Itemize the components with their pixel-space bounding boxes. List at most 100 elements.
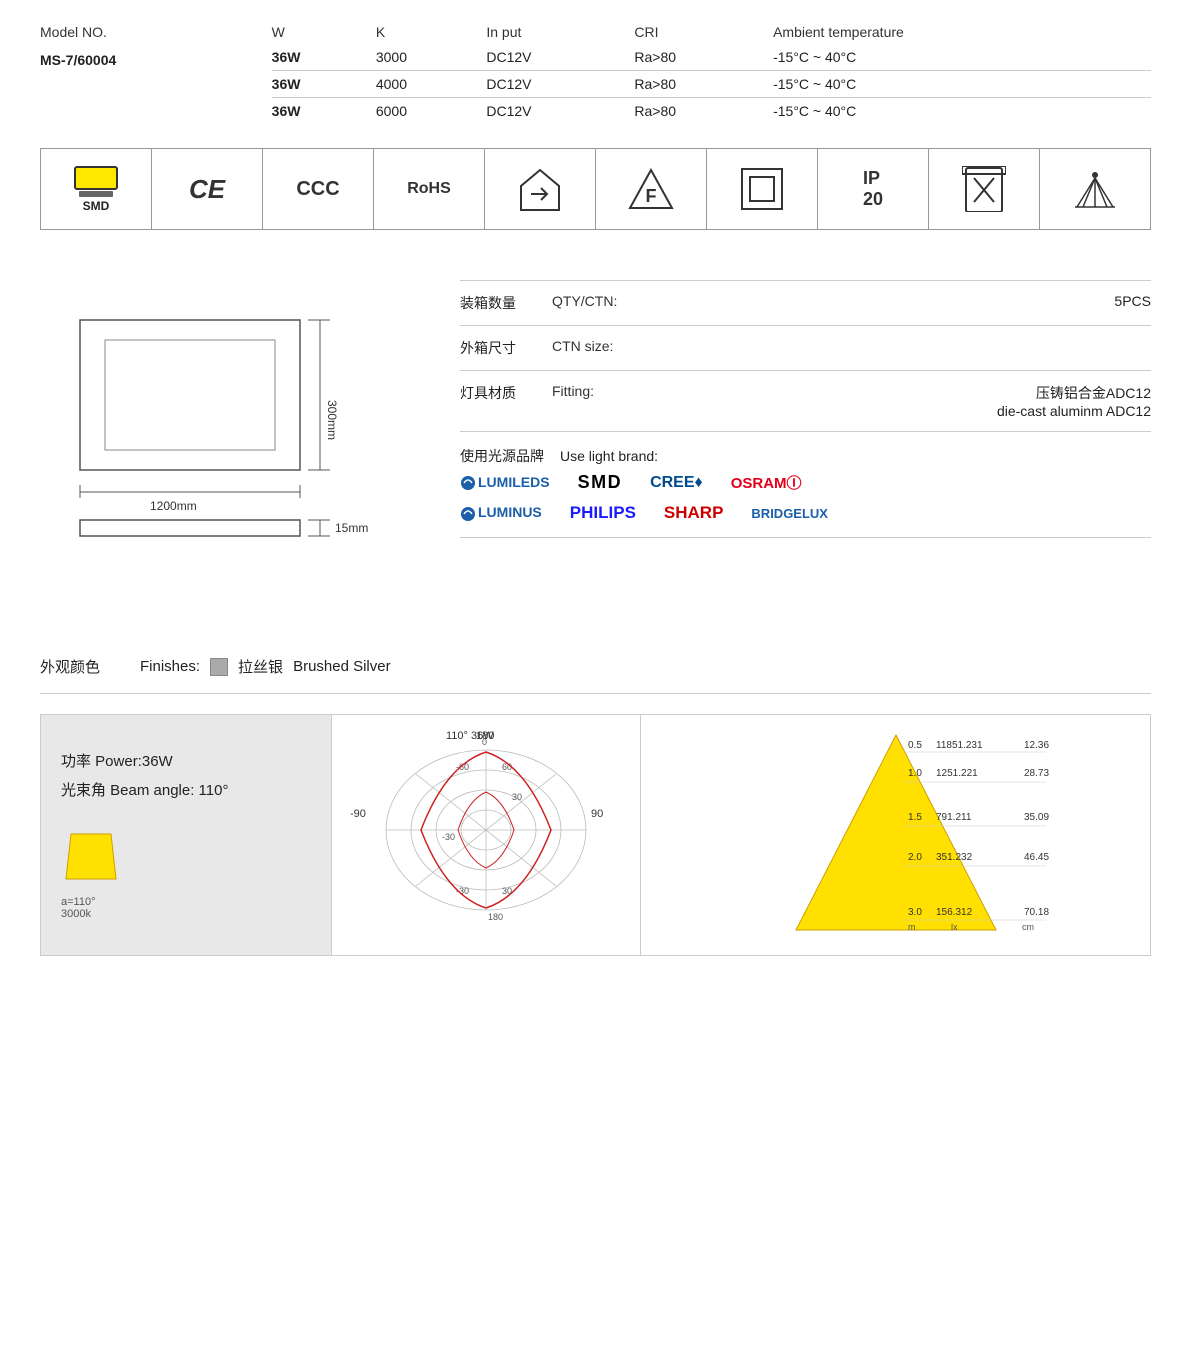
- power-label: 功率 Power:36W: [61, 750, 311, 771]
- k-cell-1: 3000: [376, 44, 487, 71]
- svg-text:351.232: 351.232: [936, 852, 973, 863]
- svg-text:3.0: 3.0: [908, 907, 922, 918]
- brand-sharp: SHARP: [664, 503, 724, 523]
- svg-text:12.36: 12.36: [1024, 740, 1049, 751]
- svg-text:1200mm: 1200mm: [150, 499, 197, 513]
- polar-chart: 110° 36W 180 90 -90 0 180 -60 60 -: [331, 715, 641, 955]
- svg-text:m: m: [908, 922, 916, 932]
- svg-text:lx: lx: [951, 922, 958, 932]
- cert-f-triangle: F: [596, 149, 707, 229]
- col-model: Model NO.: [40, 20, 272, 44]
- w-cell-3: 36W: [272, 98, 376, 125]
- svg-text:1.5: 1.5: [908, 812, 922, 823]
- fitting-cn: 灯具材质: [460, 383, 540, 403]
- svg-text:15mm: 15mm: [335, 521, 368, 535]
- temp-cell-3: -15°C ~ 40°C: [773, 98, 1151, 125]
- cert-light-dist: [1040, 149, 1150, 229]
- qty-value: 5PCS: [684, 293, 1151, 309]
- table-row: MS-7/60004 36W 3000 DC12V Ra>80 -15°C ~ …: [40, 44, 1151, 71]
- svg-text:11851.231: 11851.231: [936, 740, 983, 751]
- svg-text:156.312: 156.312: [936, 907, 973, 918]
- finishes-label-cn: 外观颜色: [40, 656, 100, 677]
- cert-rohs: RoHS: [374, 149, 485, 229]
- brand-logos: 使用光源品牌 Use light brand: LUMILEDS SMD CRE…: [460, 432, 1151, 538]
- input-cell-2: DC12V: [486, 71, 634, 98]
- finishes-color-cn: 拉丝银: [238, 656, 283, 677]
- svg-text:70.18: 70.18: [1024, 907, 1049, 918]
- product-diagram: 300mm 1200mm 15mm: [40, 270, 420, 610]
- cert-ip20: IP20: [818, 149, 929, 229]
- col-cri: CRI: [634, 20, 773, 44]
- fitting-value: 压铸铝合金ADC12 die-cast aluminm ADC12: [684, 383, 1151, 419]
- svg-text:cm: cm: [1022, 922, 1034, 932]
- fitting-row: 灯具材质 Fitting: 压铸铝合金ADC12 die-cast alumin…: [460, 371, 1151, 432]
- w-cell-1: 36W: [272, 44, 376, 71]
- svg-text:180: 180: [488, 912, 503, 922]
- cert-ccc: CCC: [263, 149, 374, 229]
- cert-weee: [929, 149, 1040, 229]
- w-cell-2: 36W: [272, 71, 376, 98]
- brand-osram: OSRAMⒾ: [731, 472, 802, 493]
- svg-text:0: 0: [482, 737, 487, 747]
- temp-cell-1: -15°C ~ 40°C: [773, 44, 1151, 71]
- k-cell-3: 6000: [376, 98, 487, 125]
- photometric-area: 0.5 1.0 1.5 2.0 3.0 11851.231 1251.221 7…: [641, 715, 1150, 955]
- beam-label: 光束角 Beam angle: 110°: [61, 779, 311, 800]
- brand-row-1: LUMILEDS SMD CREE♦ OSRAMⒾ: [460, 472, 1151, 493]
- svg-text:0.5: 0.5: [908, 740, 922, 751]
- model-cell: MS-7/60004: [40, 44, 272, 124]
- light-brand-cn: 使用光源品牌: [460, 446, 544, 466]
- input-cell-3: DC12V: [486, 98, 634, 125]
- cert-square: [707, 149, 818, 229]
- qty-en: QTY/CTN:: [552, 293, 672, 309]
- finishes-section: 外观颜色 Finishes: 拉丝银 Brushed Silver: [40, 640, 1151, 694]
- svg-text:28.73: 28.73: [1024, 768, 1049, 779]
- col-temp: Ambient temperature: [773, 20, 1151, 44]
- col-w: W: [272, 20, 376, 44]
- svg-text:-60: -60: [456, 762, 469, 772]
- bottom-section: 功率 Power:36W 光束角 Beam angle: 110° a=110°…: [40, 714, 1151, 956]
- svg-text:-90: -90: [350, 808, 366, 820]
- fitting-en: Fitting:: [552, 383, 672, 399]
- cri-cell-1: Ra>80: [634, 44, 773, 71]
- brand-cree: CREE♦: [650, 474, 703, 492]
- middle-section: 300mm 1200mm 15mm 装箱数量 QTY/CTN: 5PCS 外箱尺…: [40, 270, 1151, 610]
- qty-row: 装箱数量 QTY/CTN: 5PCS: [460, 280, 1151, 326]
- svg-text:1251.221: 1251.221: [936, 768, 978, 779]
- input-cell-1: DC12V: [486, 44, 634, 71]
- light-brand-en: Use light brand:: [560, 448, 658, 464]
- brand-citizen: SMD: [578, 472, 623, 493]
- specs-table: Model NO. W K In put CRI Ambient tempera…: [40, 20, 1151, 124]
- cert-ce: CE: [152, 149, 263, 229]
- cri-cell-2: Ra>80: [634, 71, 773, 98]
- col-input: In put: [486, 20, 634, 44]
- right-specs: 装箱数量 QTY/CTN: 5PCS 外箱尺寸 CTN size: 灯具材质 F…: [460, 270, 1151, 610]
- power-info: 功率 Power:36W 光束角 Beam angle: 110° a=110°…: [41, 715, 331, 955]
- ctn-row: 外箱尺寸 CTN size:: [460, 326, 1151, 371]
- svg-text:-30: -30: [442, 832, 455, 842]
- cri-cell-3: Ra>80: [634, 98, 773, 125]
- brand-lumileds: LUMILEDS: [460, 474, 550, 491]
- k-cell-2: 4000: [376, 71, 487, 98]
- svg-text:1.0: 1.0: [908, 768, 922, 779]
- cert-smd: SMD: [41, 149, 152, 229]
- temp-cell-2: -15°C ~ 40°C: [773, 71, 1151, 98]
- col-k: K: [376, 20, 487, 44]
- brand-philips: PHILIPS: [570, 503, 636, 523]
- svg-text:791.211: 791.211: [936, 812, 972, 823]
- svg-text:90: 90: [591, 808, 603, 820]
- brand-bridgelux: BRIDGELUX: [751, 506, 828, 521]
- svg-text:2.0: 2.0: [908, 852, 922, 863]
- svg-text:F: F: [646, 186, 657, 206]
- brand-luminus: LUMINUS: [460, 504, 542, 521]
- brand-row-2: LUMINUS PHILIPS SHARP BRIDGELUX: [460, 503, 1151, 523]
- svg-text:35.09: 35.09: [1024, 812, 1049, 823]
- svg-text:30: 30: [512, 792, 522, 802]
- finishes-label-en: Finishes:: [140, 658, 200, 675]
- svg-text:46.45: 46.45: [1024, 852, 1049, 863]
- qty-cn: 装箱数量: [460, 293, 540, 313]
- color-swatch: [210, 658, 228, 676]
- cert-house: [485, 149, 596, 229]
- ctn-cn: 外箱尺寸: [460, 338, 540, 358]
- ctn-en: CTN size:: [552, 338, 672, 354]
